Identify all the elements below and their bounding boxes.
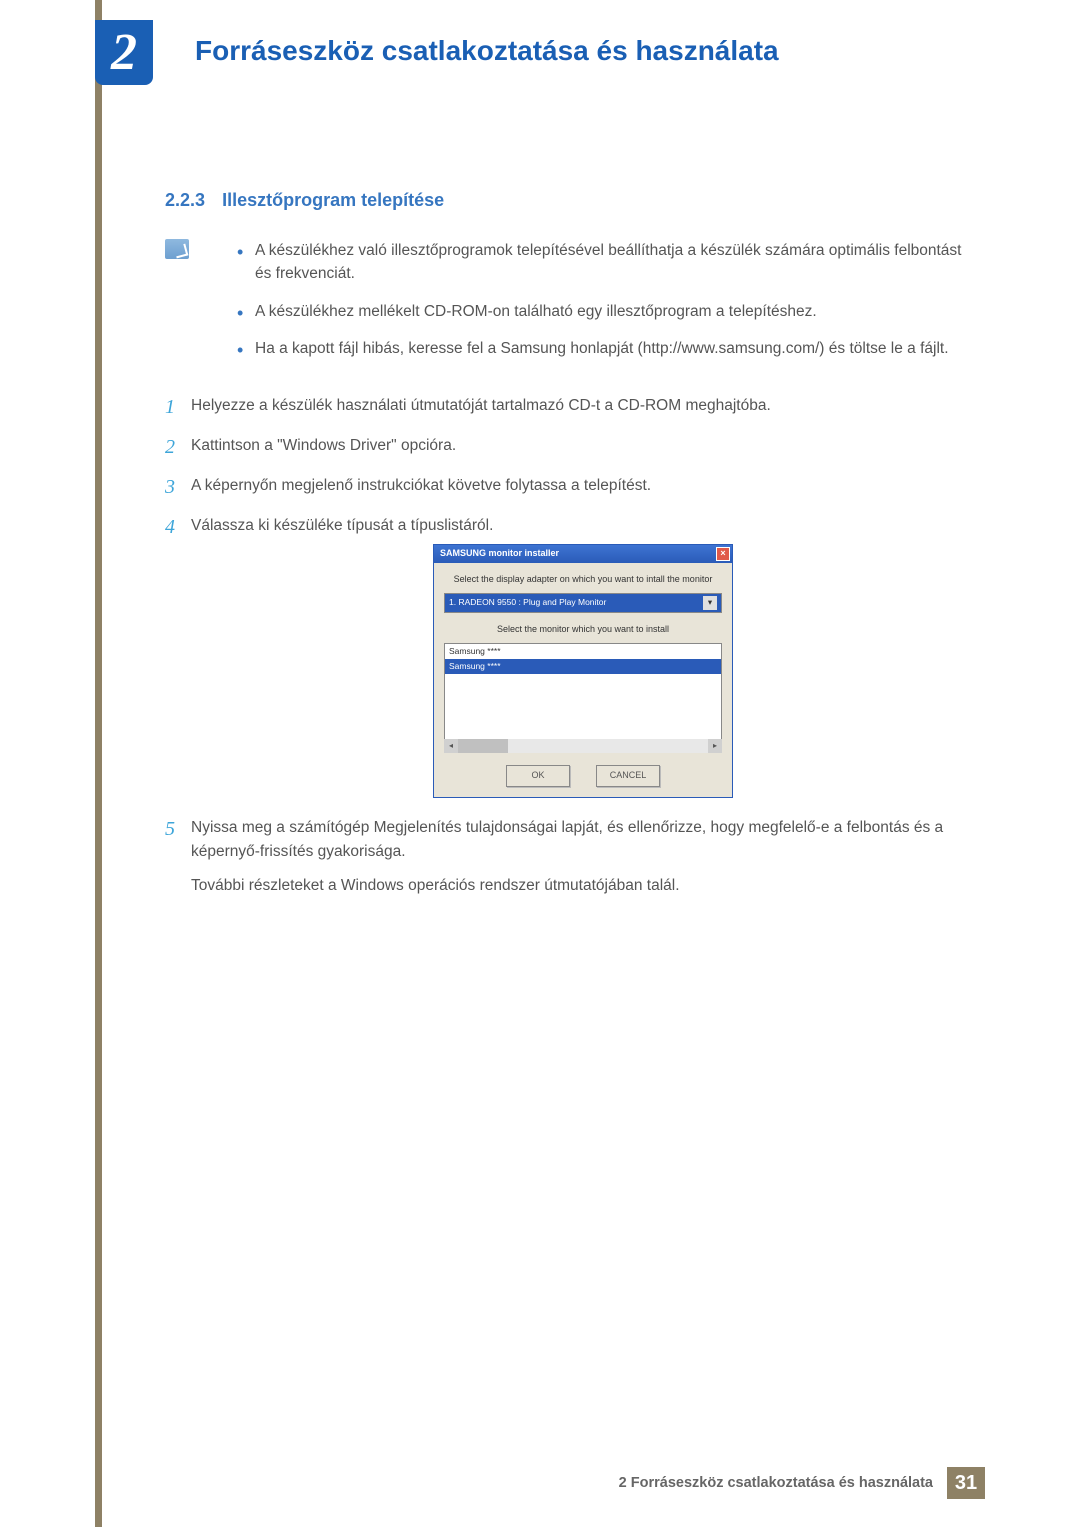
step-number: 2 [165,432,175,463]
footer: 2 Forráseszköz csatlakoztatása és haszná… [95,1467,985,1499]
note-list: A készülékhez való illesztőprogramok tel… [237,239,975,374]
step-number: 5 [165,814,175,845]
step-item: 3 A képernyőn megjelenő instrukciókat kö… [165,474,975,498]
step-text: A képernyőn megjelenő instrukciókat köve… [191,477,651,494]
installer-dialog: SAMSUNG monitor installer × Select the d… [433,544,733,798]
monitor-row[interactable]: Samsung **** [445,644,721,659]
installer-buttons: OK CANCEL [444,765,722,787]
step-item: 5 Nyissa meg a számítógép Megjelenítés t… [165,816,975,898]
note-block: A készülékhez való illesztőprogramok tel… [165,239,975,374]
chapter-number: 2 [111,23,137,82]
note-item: A készülékhez mellékelt CD-ROM-on találh… [237,300,975,323]
note-item: A készülékhez való illesztőprogramok tel… [237,239,975,286]
step-text: Helyezze a készülék használati útmutatój… [191,397,771,414]
scroll-thumb[interactable] [458,739,508,753]
chapter-title: Forráseszköz csatlakoztatása és használa… [195,35,779,67]
step-text: Válassza ki készüléke típusát a típuslis… [191,517,493,534]
chapter-badge: 2 [95,20,153,85]
chevron-down-icon[interactable]: ▾ [703,596,717,610]
left-stripe [95,0,102,1527]
content-area: 2.2.3 Illesztőprogram telepítése A készü… [165,190,975,914]
steps-list: 1 Helyezze a készülék használati útmutat… [165,394,975,898]
step-number: 4 [165,512,175,543]
page-number-badge: 31 [947,1467,985,1499]
close-button[interactable]: × [716,547,730,561]
step-item: 2 Kattintson a "Windows Driver" opcióra. [165,434,975,458]
monitor-listbox[interactable]: Samsung **** Samsung **** [444,643,722,753]
monitor-row[interactable]: Samsung **** [445,659,721,674]
step-text: Nyissa meg a számítógép Megjelenítés tul… [191,819,943,860]
page-number: 31 [955,1472,977,1495]
cancel-button[interactable]: CANCEL [596,765,660,787]
adapter-value: 1. RADEON 9550 : Plug and Play Monitor [449,596,606,609]
section-title: Illesztőprogram telepítése [222,190,444,210]
section-heading: 2.2.3 Illesztőprogram telepítése [165,190,975,211]
adapter-select[interactable]: 1. RADEON 9550 : Plug and Play Monitor ▾ [444,593,722,613]
installer-body: Select the display adapter on which you … [434,563,732,797]
scroll-right-button[interactable]: ▸ [708,739,722,753]
step-text: Kattintson a "Windows Driver" opcióra. [191,437,456,454]
adapter-label: Select the display adapter on which you … [444,573,722,587]
note-item: Ha a kapott fájl hibás, keresse fel a Sa… [237,337,975,360]
step-item: 1 Helyezze a készülék használati útmutat… [165,394,975,418]
step-number: 3 [165,472,175,503]
scroll-left-button[interactable]: ◂ [444,739,458,753]
installer-title: SAMSUNG monitor installer [440,547,559,561]
monitor-label: Select the monitor which you want to ins… [444,623,722,637]
ok-button[interactable]: OK [506,765,570,787]
step-extra: További részleteket a Windows operációs … [191,874,975,898]
installer-titlebar: SAMSUNG monitor installer × [434,545,732,563]
horizontal-scrollbar[interactable]: ◂ ▸ [444,739,722,753]
step-number: 1 [165,392,175,423]
footer-text: 2 Forráseszköz csatlakoztatása és haszná… [619,1475,933,1491]
scroll-track[interactable] [458,739,708,753]
step-item: 4 Válassza ki készüléke típusát a típusl… [165,514,975,798]
section-number: 2.2.3 [165,190,205,210]
note-icon [165,239,189,259]
